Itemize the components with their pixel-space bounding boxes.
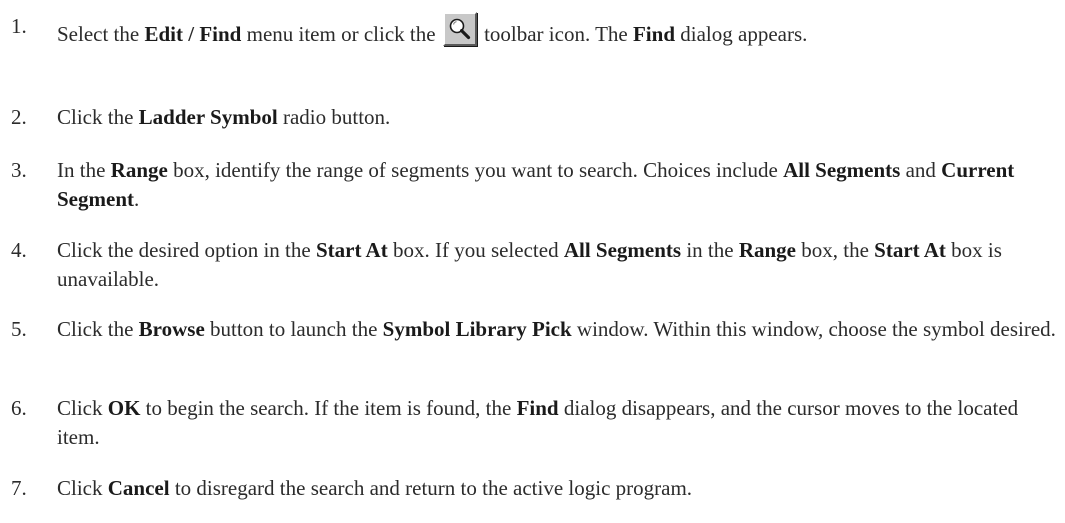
step-number: 7. bbox=[11, 476, 27, 500]
ui-term: Cancel bbox=[107, 476, 170, 500]
step-number: 1. bbox=[11, 14, 27, 38]
ui-term: Find bbox=[516, 396, 559, 420]
step-text: Click Cancel to disregard the search and… bbox=[57, 474, 1057, 503]
step-text: Click the desired option in the Start At… bbox=[57, 236, 1057, 294]
step-text: Click the Browse button to launch the Sy… bbox=[57, 315, 1057, 344]
step-text: In the Range box, identify the range of … bbox=[57, 156, 1057, 214]
step-text-segment: Click the desired option in the bbox=[57, 238, 316, 262]
step-text-segment: . bbox=[134, 187, 140, 211]
ui-term: Range bbox=[738, 238, 796, 262]
step-text-segment: window. Within this window, choose the s… bbox=[571, 317, 1056, 341]
step-number: 4. bbox=[11, 238, 27, 262]
ui-term: Range bbox=[110, 158, 168, 182]
step-text-segment: box. If you selected bbox=[387, 238, 564, 262]
step-text-segment: in the bbox=[681, 238, 739, 262]
ui-term: Symbol Library Pick bbox=[382, 317, 572, 341]
ui-term: Browse bbox=[138, 317, 205, 341]
step-text-segment: button to launch the bbox=[204, 317, 383, 341]
step-text-segment: box, identify the range of segments you … bbox=[167, 158, 784, 182]
step-number: 2. bbox=[11, 105, 27, 129]
step-text-segment: to disregard the search and return to th… bbox=[169, 476, 693, 500]
step-text-segment: to begin the search. If the item is foun… bbox=[140, 396, 517, 420]
step-text: Click the Ladder Symbol radio button. bbox=[57, 103, 1057, 132]
ui-term: Find bbox=[199, 22, 242, 46]
step-text-segment: box, the bbox=[796, 238, 875, 262]
step-text-segment: Click the bbox=[57, 105, 139, 129]
step-text-segment: toolbar icon. The bbox=[478, 22, 633, 46]
ui-term: All Segments bbox=[563, 238, 682, 262]
step-text-segment: In the bbox=[57, 158, 111, 182]
magnifier-glyph bbox=[449, 18, 470, 40]
step-text-segment: and bbox=[900, 158, 942, 182]
find-toolbar-icon bbox=[442, 12, 477, 46]
ui-term: OK bbox=[107, 396, 141, 420]
step-text-segment: radio button. bbox=[277, 105, 391, 129]
step-text-segment: dialog appears. bbox=[675, 22, 808, 46]
step-text-segment: Click the bbox=[57, 317, 139, 341]
step-text: Click OK to begin the search. If the ite… bbox=[57, 394, 1057, 452]
step-text-segment: Click bbox=[57, 476, 108, 500]
step-number: 3. bbox=[11, 158, 27, 182]
ui-term: Find bbox=[632, 22, 676, 46]
ui-term: Ladder Symbol bbox=[138, 105, 278, 129]
ui-term: All Segments bbox=[783, 158, 901, 182]
step-text-segment: menu item or click the bbox=[241, 22, 441, 46]
step-text-segment: Select the bbox=[57, 22, 145, 46]
step-text-segment: Click bbox=[57, 396, 108, 420]
ui-term: Start At bbox=[315, 238, 388, 262]
step-number: 6. bbox=[11, 396, 27, 420]
ui-term: Edit bbox=[144, 22, 183, 46]
step-text: Select the Edit / Find menu item or clic… bbox=[57, 12, 1057, 49]
step-number: 5. bbox=[11, 317, 27, 341]
menu-path-separator: / bbox=[182, 22, 200, 46]
ui-term: Start At bbox=[874, 238, 946, 262]
